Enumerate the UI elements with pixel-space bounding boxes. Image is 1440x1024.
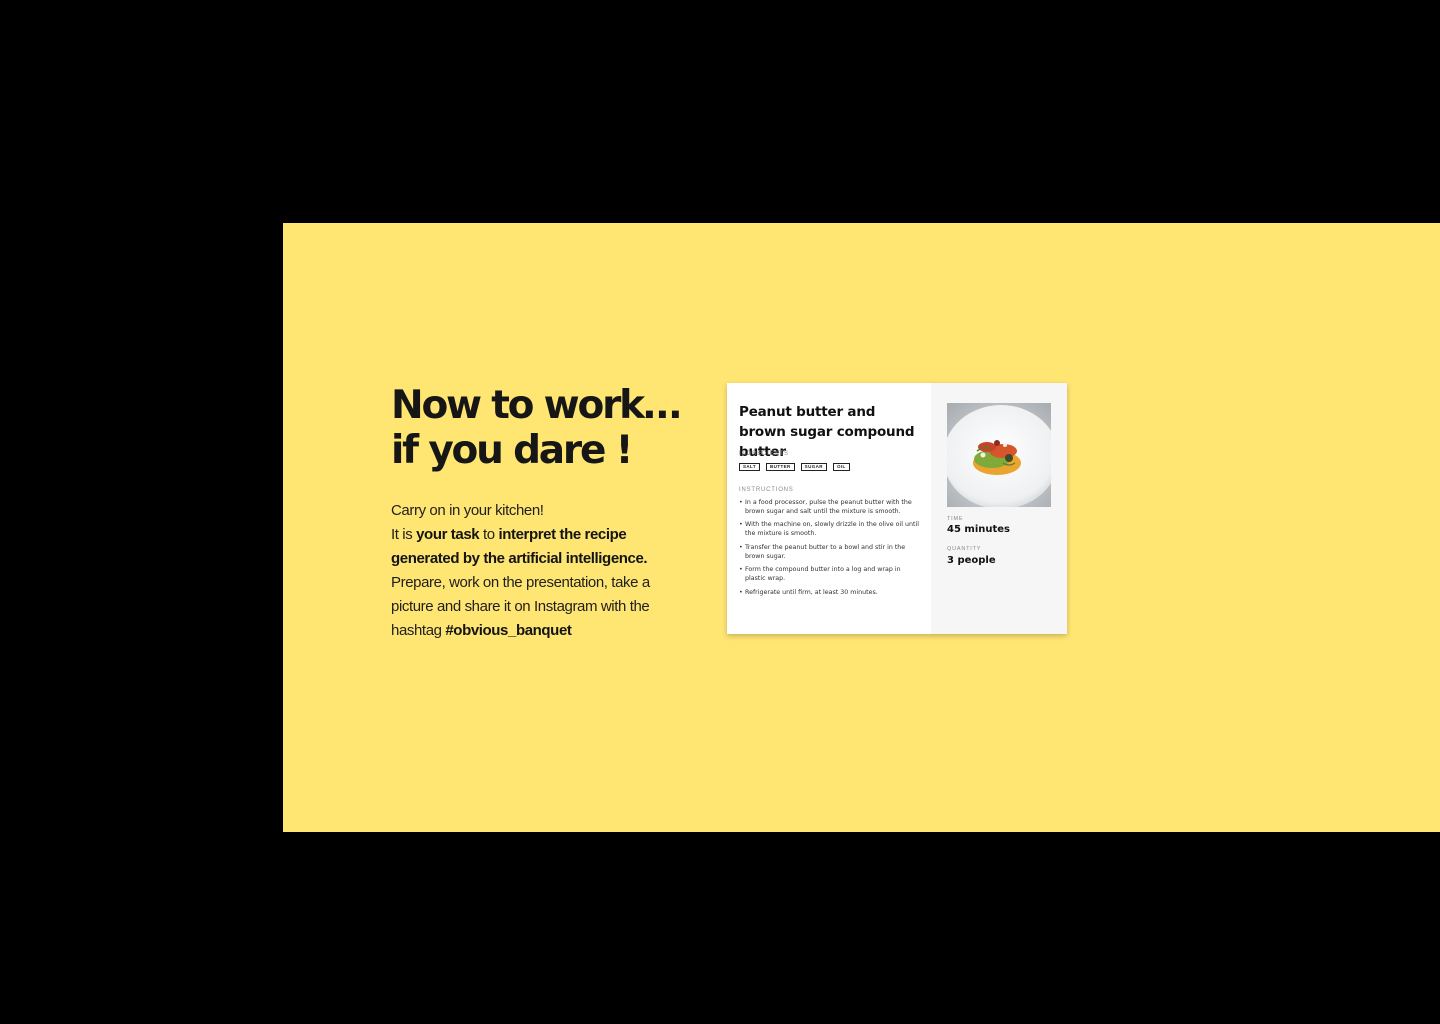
hero-heading-line-2: if you dare !: [391, 428, 633, 473]
intro-emphasis-interpret: interpret the recipe: [498, 526, 627, 543]
instruction-step: Form the compound butter into a log and …: [739, 566, 921, 583]
intro-emphasis-task: your task: [416, 526, 480, 543]
instructions-list: In a food processor, pulse the peanut bu…: [739, 499, 921, 602]
quantity-value: 3 people: [947, 555, 996, 566]
hero-panel: Now to work… if you dare ! Carry on in y…: [283, 223, 1440, 832]
panel-right-shade: [1153, 223, 1440, 832]
time-label: TIME: [947, 516, 964, 522]
instruction-step: Refrigerate until firm, at least 30 minu…: [739, 589, 921, 598]
plated-dish-icon: [947, 403, 1051, 507]
ingredients-label: INGREDIENTS: [739, 451, 789, 457]
ingredient-tag: OIL: [832, 463, 850, 471]
hero-heading-line-1: Now to work…: [391, 383, 682, 428]
hero-intro: Carry on in your kitchen! It is your tas…: [391, 499, 681, 643]
ingredient-tags: SALT BUTTER SUGAR OIL: [739, 463, 850, 471]
intro-line-4: Prepare, work on the presentation, take …: [391, 574, 650, 591]
intro-emphasis-ai: generated by the artificial intelligence…: [391, 550, 648, 567]
recipe-card-side: TIME 45 minutes QUANTITY 3 people: [931, 383, 1067, 634]
dish-photo: [947, 403, 1051, 507]
instructions-label: INSTRUCTIONS: [739, 487, 794, 493]
quantity-label: QUANTITY: [947, 546, 982, 552]
time-value: 45 minutes: [947, 524, 1010, 535]
recipe-card: Peanut butter and brown sugar compound b…: [727, 383, 1067, 634]
ingredient-tag: BUTTER: [766, 463, 795, 471]
intro-line-3: generated by the artificial intelligence…: [391, 547, 681, 571]
intro-line-5: picture and share it on Instagram with t…: [391, 598, 650, 615]
instruction-step: In a food processor, pulse the peanut bu…: [739, 499, 921, 516]
intro-line-6: hashtag #obvious_banquet: [391, 622, 572, 639]
hero-heading: Now to work… if you dare !: [391, 383, 682, 473]
intro-line-2: It is your task to interpret the recipe: [391, 526, 627, 543]
hashtag: #obvious_banquet: [445, 622, 572, 639]
ingredient-tag: SUGAR: [800, 463, 827, 471]
recipe-card-main: Peanut butter and brown sugar compound b…: [727, 383, 931, 634]
intro-line-1: Carry on in your kitchen!: [391, 502, 544, 519]
ingredient-tag: SALT: [739, 463, 761, 471]
instruction-step: Transfer the peanut butter to a bowl and…: [739, 544, 921, 561]
instruction-step: With the machine on, slowly drizzle in t…: [739, 521, 921, 538]
